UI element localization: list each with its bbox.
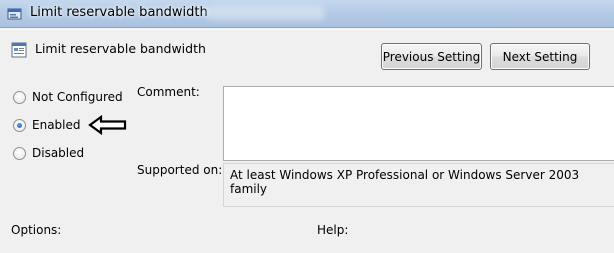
- group-policy-icon: [6, 6, 24, 22]
- supported-on-field: At least Windows XP Professional or Wind…: [223, 163, 614, 207]
- radio-button[interactable]: [13, 118, 26, 132]
- radio-label: Enabled: [32, 118, 81, 132]
- radio-button[interactable]: [13, 146, 26, 160]
- radio-label: Disabled: [32, 146, 85, 160]
- title-bar-blur: [205, 6, 325, 20]
- window-title: Limit reservable bandwidth: [30, 5, 208, 20]
- options-label: Options:: [11, 223, 62, 237]
- help-label: Help:: [317, 223, 349, 237]
- next-setting-button[interactable]: Next Setting: [490, 43, 590, 70]
- radio-not-configured[interactable]: Not Configured: [13, 90, 123, 104]
- policy-title: Limit reservable bandwidth: [35, 41, 206, 56]
- radio-label: Not Configured: [32, 90, 123, 104]
- supported-on-label: Supported on:: [137, 163, 223, 177]
- title-bar[interactable]: Limit reservable bandwidth: [0, 0, 614, 28]
- radio-enabled[interactable]: Enabled: [13, 118, 81, 132]
- previous-setting-button[interactable]: Previous Setting: [381, 43, 482, 70]
- left-arrow-icon: [88, 114, 128, 136]
- policy-dialog: Limit reservable bandwidth Previous Sett…: [0, 29, 614, 253]
- comment-field[interactable]: [223, 86, 614, 161]
- policy-setting-icon: [11, 42, 27, 58]
- radio-button[interactable]: [13, 90, 26, 104]
- radio-disabled[interactable]: Disabled: [13, 146, 84, 160]
- comment-label: Comment:: [137, 85, 200, 99]
- supported-on-value: At least Windows XP Professional or Wind…: [230, 168, 580, 196]
